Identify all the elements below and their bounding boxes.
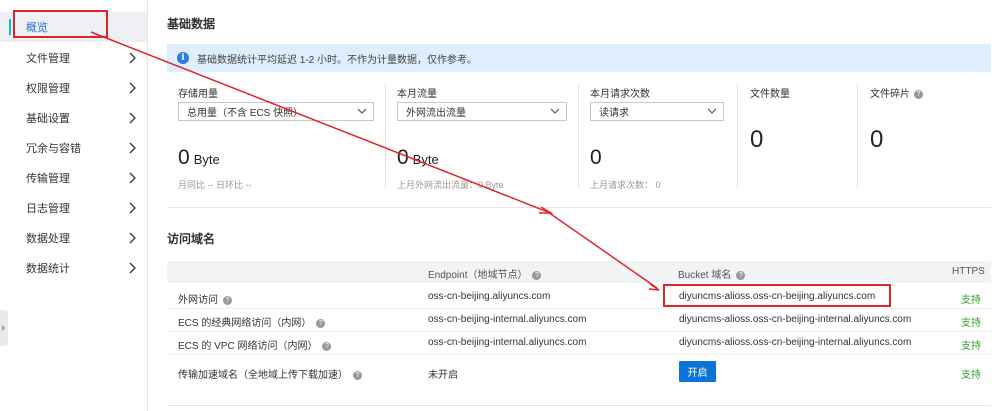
file-fragments-card: 文件碎片? 0 <box>870 82 980 192</box>
sidebar-item-label: 基础设置 <box>26 113 70 125</box>
card-label: 本月流量 <box>397 89 437 100</box>
file-count-card: 文件数量 0 <box>750 82 850 192</box>
chevron-right-icon <box>129 202 136 214</box>
help-icon[interactable]: ? <box>353 370 362 380</box>
row-https: 支持 <box>961 295 981 306</box>
chevron-right-icon <box>129 172 136 184</box>
divider <box>857 84 858 188</box>
chevron-down-icon <box>707 108 717 114</box>
sidebar-collapse-handle[interactable] <box>0 310 8 346</box>
sidebar-item-label: 日志管理 <box>26 203 70 215</box>
sidebar-item-label: 传输管理 <box>26 173 70 185</box>
section-divider <box>167 207 991 208</box>
sidebar-item-label: 冗余与容错 <box>26 143 81 155</box>
storage-scope-select[interactable]: 总用量（不含 ECS 快照） <box>178 102 374 121</box>
sidebar-item-redundancy[interactable]: 冗余与容错 <box>0 133 147 163</box>
request-value: 0 <box>590 146 602 169</box>
sidebar-item-basic-settings[interactable]: 基础设置 <box>0 103 147 133</box>
row-name: 传输加速域名（全地域上传下载加速）? <box>178 366 362 381</box>
divider <box>737 84 738 188</box>
help-icon[interactable]: ? <box>736 270 746 280</box>
row-name: ECS 的 VPC 网络访问（内网）? <box>178 337 332 352</box>
monthly-traffic-card: 本月流量 外网流出流量 0 Byte 上月外网流出流量：0 Byte <box>397 82 567 192</box>
annotation-box <box>663 284 891 307</box>
file-count-value: 0 <box>750 126 764 153</box>
divider <box>578 84 579 188</box>
help-icon[interactable]: ? <box>532 270 542 280</box>
sidebar: 概览 文件管理 权限管理 基础设置 冗余与容错 传输管理 日志管理 数据处理 数… <box>0 0 148 411</box>
section-divider <box>167 405 991 406</box>
storage-compare: 月同比 -- 日环比 -- <box>178 180 252 190</box>
traffic-type-select[interactable]: 外网流出流量 <box>397 102 567 121</box>
sidebar-item-label: 权限管理 <box>26 83 70 95</box>
traffic-compare: 上月外网流出流量：0 Byte <box>397 180 504 190</box>
row-name: 外网访问? <box>178 291 232 306</box>
row-bucket-domain: diyuncms-alioss.oss-cn-beijing-internal.… <box>679 314 912 325</box>
row-divider <box>167 354 991 355</box>
traffic-value: 0 Byte <box>397 146 439 169</box>
sidebar-item-label: 数据统计 <box>26 263 70 275</box>
row-https: 支持 <box>961 318 981 329</box>
help-icon[interactable]: ? <box>223 295 232 305</box>
chevron-right-icon <box>129 52 136 64</box>
card-label: 存储用量 <box>178 89 218 100</box>
card-label: 文件碎片? <box>870 85 923 100</box>
help-icon[interactable]: ? <box>914 89 923 99</box>
endpoint-header: Endpoint（地域节点）? <box>428 266 542 281</box>
card-label: 本月请求次数 <box>590 89 650 100</box>
row-endpoint: oss-cn-beijing-internal.aliyuncs.com <box>428 337 587 348</box>
select-value: 读请求 <box>599 108 629 119</box>
sidebar-item-label: 数据处理 <box>26 233 70 245</box>
row-name: ECS 的经典网络访问（内网）? <box>178 314 326 329</box>
chevron-down-icon <box>550 108 560 114</box>
sidebar-item-label: 文件管理 <box>26 53 70 65</box>
chevron-right-icon <box>129 82 136 94</box>
row-bucket-domain: diyuncms-alioss.oss-cn-beijing-internal.… <box>679 337 912 348</box>
chevron-right-icon <box>129 262 136 274</box>
row-divider <box>167 308 991 309</box>
notice-text: 基础数据统计平均延迟 1-2 小时。不作为计量数据，仅作参考。 <box>197 54 478 66</box>
divider <box>385 84 386 188</box>
enable-acceleration-button[interactable]: 开启 <box>679 361 716 382</box>
sidebar-item-data-statistics[interactable]: 数据统计 <box>0 253 147 283</box>
row-https: 支持 <box>961 370 981 381</box>
sidebar-item-transfer-management[interactable]: 传输管理 <box>0 163 147 193</box>
row-endpoint: oss-cn-beijing-internal.aliyuncs.com <box>428 314 587 325</box>
chevron-down-icon <box>357 108 367 114</box>
sidebar-item-data-processing[interactable]: 数据处理 <box>0 223 147 253</box>
bucket-header: Bucket 域名? <box>678 266 746 281</box>
info-icon: i <box>177 52 189 64</box>
request-count-card: 本月请求次数 读请求 0 上月请求次数： 0 <box>590 82 724 192</box>
request-type-select[interactable]: 读请求 <box>590 102 724 121</box>
basic-data-title: 基础数据 <box>167 17 216 31</box>
chevron-right-icon <box>129 232 136 244</box>
row-endpoint: 未开启 <box>428 370 458 381</box>
row-divider <box>167 331 991 332</box>
card-label: 文件数量 <box>750 89 790 100</box>
notice-bar: i 基础数据统计平均延迟 1-2 小时。不作为计量数据，仅作参考。 <box>167 44 991 72</box>
sidebar-item-permission-management[interactable]: 权限管理 <box>0 73 147 103</box>
storage-usage-card: 存储用量 总用量（不含 ECS 快照） 0 Byte 月同比 -- 日环比 -- <box>178 82 374 192</box>
sidebar-item-log-management[interactable]: 日志管理 <box>0 193 147 223</box>
select-value: 总用量（不含 ECS 快照） <box>187 108 304 119</box>
chevron-right-icon <box>129 142 136 154</box>
row-https: 支持 <box>961 341 981 352</box>
row-endpoint: oss-cn-beijing.aliyuncs.com <box>428 291 551 302</box>
sidebar-item-file-management[interactable]: 文件管理 <box>0 43 147 73</box>
help-icon[interactable]: ? <box>316 318 326 328</box>
table-header: Endpoint（地域节点）? Bucket 域名? HTTPS <box>167 261 991 283</box>
https-header: HTTPS <box>952 266 985 277</box>
chevron-right-icon <box>129 112 136 124</box>
fragments-value: 0 <box>870 126 884 153</box>
annotation-box <box>13 10 108 38</box>
access-domain-title: 访问域名 <box>167 232 216 246</box>
storage-value: 0 Byte <box>178 146 220 169</box>
request-compare: 上月请求次数： 0 <box>590 180 661 190</box>
help-icon[interactable]: ? <box>322 341 332 351</box>
select-value: 外网流出流量 <box>406 108 466 119</box>
